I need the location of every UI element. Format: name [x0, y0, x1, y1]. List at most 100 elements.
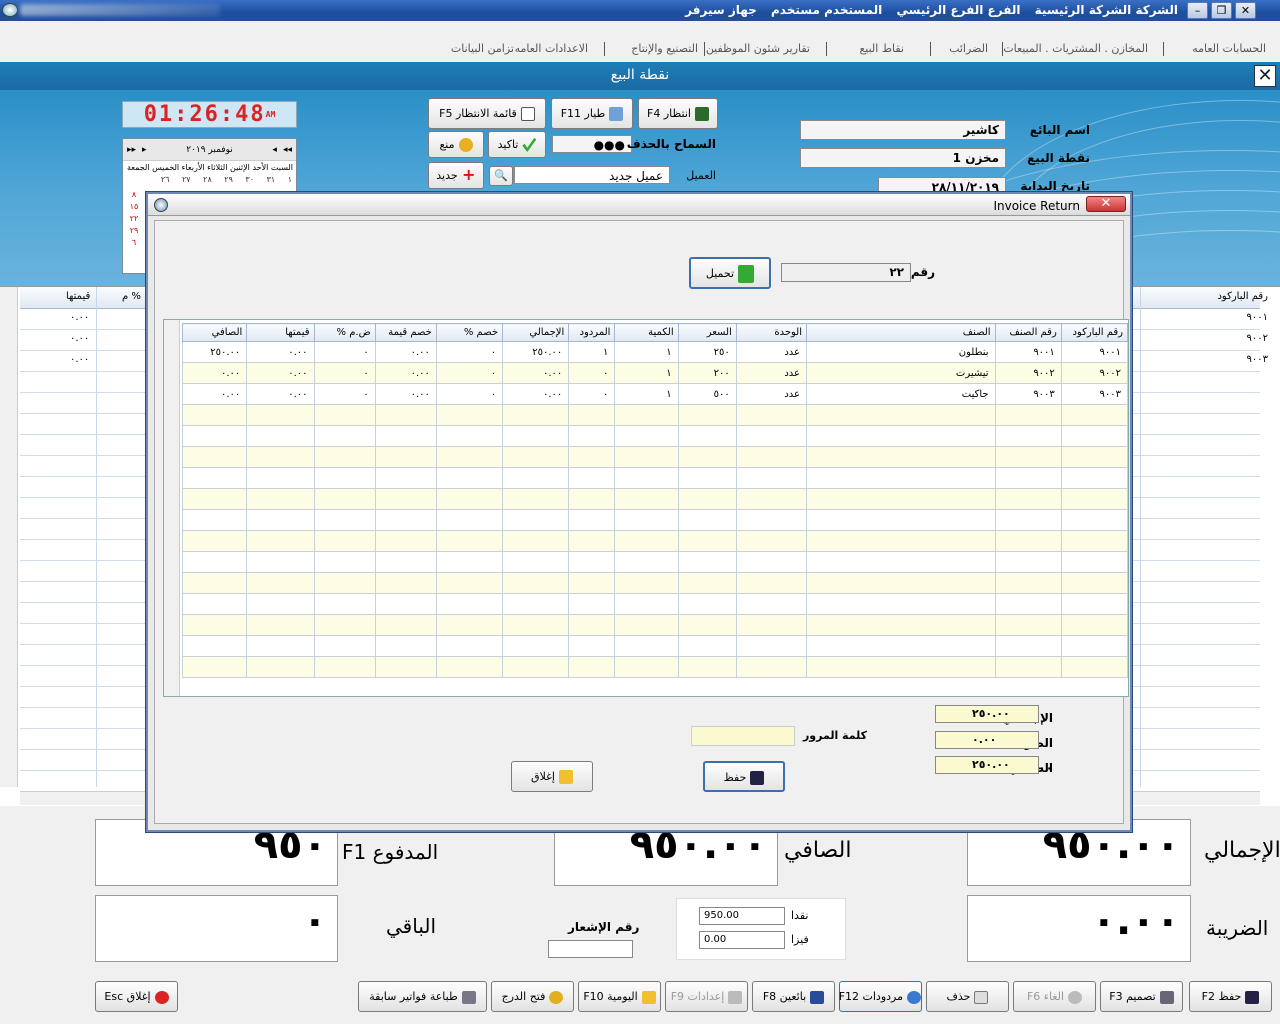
table-cell[interactable] — [677, 593, 737, 615]
table-cell[interactable] — [181, 593, 248, 615]
table-cell[interactable] — [313, 656, 376, 678]
calendar-day[interactable]: ٦ — [127, 237, 141, 249]
customer-field[interactable]: عميل جديد — [514, 166, 670, 184]
table-cell[interactable]: ٠.٠٠ — [502, 362, 570, 384]
table-cell[interactable] — [568, 614, 616, 636]
table-cell[interactable] — [374, 467, 437, 489]
form-close-icon[interactable]: ✕ — [1254, 65, 1276, 87]
close-button[interactable]: إغلاق Esc — [95, 981, 178, 1012]
table-cell[interactable] — [246, 635, 315, 657]
calendar-day[interactable]: ١٥ — [127, 201, 141, 213]
table-cell[interactable]: عدد — [735, 362, 808, 384]
column-header[interactable]: الصافي — [181, 323, 248, 342]
table-cell[interactable] — [246, 551, 315, 573]
table-row[interactable] — [181, 509, 1129, 531]
table-cell[interactable] — [435, 509, 504, 531]
table-cell[interactable] — [735, 404, 808, 426]
restore-icon[interactable]: ❐ — [1211, 2, 1232, 19]
seller-field[interactable]: كاشير — [800, 120, 1006, 140]
table-cell[interactable] — [181, 509, 248, 531]
table-cell[interactable] — [374, 593, 437, 615]
table-cell[interactable] — [994, 635, 1062, 657]
table-cell[interactable] — [1060, 614, 1129, 636]
sellers-button[interactable]: بائعين F8 — [752, 981, 835, 1012]
table-cell[interactable] — [677, 530, 737, 552]
table-cell[interactable] — [994, 572, 1062, 594]
table-cell[interactable] — [435, 635, 504, 657]
table-cell[interactable]: ٠.٠٠ — [246, 362, 315, 384]
table-cell[interactable] — [568, 425, 616, 447]
table-cell[interactable]: ١ — [614, 362, 679, 384]
table-cell[interactable] — [502, 488, 570, 510]
table-cell[interactable] — [568, 488, 616, 510]
table-cell[interactable] — [246, 488, 315, 510]
table-cell[interactable]: عدد — [735, 383, 808, 405]
column-header[interactable]: ض.م % — [313, 323, 376, 342]
table-cell[interactable] — [502, 614, 570, 636]
delete-button[interactable]: حذف — [926, 981, 1009, 1012]
table-cell[interactable]: ٠.٠٠ — [374, 362, 437, 384]
visa-input[interactable]: 0.00 — [699, 931, 785, 949]
table-cell[interactable] — [181, 488, 248, 510]
table-cell[interactable]: ٠ — [568, 383, 616, 405]
table-cell[interactable] — [374, 656, 437, 678]
table-cell[interactable] — [568, 404, 616, 426]
journal-button[interactable]: اليومية F10 — [578, 981, 661, 1012]
table-row[interactable] — [181, 572, 1129, 594]
table-cell[interactable] — [181, 572, 248, 594]
return-items-grid[interactable]: رقم الباركود رقم الصنف الصنف الوحدة السعر الك… — [163, 319, 1129, 697]
prevent-button[interactable]: منع — [428, 131, 484, 158]
table-cell[interactable] — [994, 614, 1062, 636]
table-cell[interactable]: ٠.٠٠ — [374, 383, 437, 405]
table-cell[interactable] — [568, 446, 616, 468]
table-row[interactable]: ٩٠٠٣ ٩٠٠٣ جاكيت عدد ٥٠٠ ١ ٠ ٠.٠٠ ٠ ٠.٠٠ ٠ ٠.٠٠ ٠.٠٠ — [181, 383, 1129, 405]
table-cell[interactable] — [374, 551, 437, 573]
table-cell[interactable] — [502, 509, 570, 531]
column-header[interactable]: الصنف — [806, 323, 996, 342]
table-cell[interactable]: ٩٠٠١ — [994, 341, 1062, 363]
table-cell[interactable] — [614, 467, 679, 489]
table-cell[interactable]: ٠ — [435, 341, 504, 363]
calendar-day[interactable]: ٢٢ — [127, 213, 141, 225]
table-cell[interactable]: ٠ — [313, 383, 376, 405]
table-cell[interactable] — [313, 572, 376, 594]
table-cell[interactable] — [677, 467, 737, 489]
table-cell[interactable] — [614, 656, 679, 678]
print-previous-button[interactable]: طباعة فواتير سابقة — [358, 981, 487, 1012]
table-cell[interactable] — [806, 551, 996, 573]
table-cell[interactable]: ٥٠٠ — [677, 383, 737, 405]
table-cell[interactable] — [614, 404, 679, 426]
table-cell[interactable] — [435, 656, 504, 678]
menu-settings[interactable]: الاعدادات العامه — [515, 42, 588, 55]
table-cell[interactable] — [435, 530, 504, 552]
table-cell[interactable]: عدد — [735, 341, 808, 363]
table-cell[interactable] — [1060, 530, 1129, 552]
table-cell[interactable] — [1060, 593, 1129, 615]
column-header[interactable]: الوحدة — [735, 323, 808, 342]
table-cell[interactable]: ٢٠٠ — [677, 362, 737, 384]
table-cell[interactable]: ١ — [568, 341, 616, 363]
table-cell[interactable]: ٠ — [435, 383, 504, 405]
vertical-scrollbar[interactable] — [0, 287, 18, 787]
table-cell[interactable]: ٠.٠٠ — [246, 341, 315, 363]
table-cell[interactable] — [677, 446, 737, 468]
table-row[interactable] — [181, 446, 1129, 468]
table-cell[interactable] — [181, 404, 248, 426]
table-cell[interactable]: ٠ — [435, 362, 504, 384]
table-cell[interactable] — [435, 572, 504, 594]
table-cell[interactable] — [1060, 488, 1129, 510]
table-row[interactable] — [181, 614, 1129, 636]
table-cell[interactable] — [246, 509, 315, 531]
table-cell[interactable] — [246, 593, 315, 615]
table-cell[interactable] — [181, 614, 248, 636]
calendar-week-row[interactable]: ١ ٣١ ٣٠ ٢٩ ٢٨ ٢٧ ٢٦ — [123, 174, 296, 185]
notice-input[interactable] — [548, 940, 633, 958]
table-cell[interactable] — [735, 572, 808, 594]
table-cell[interactable] — [806, 635, 996, 657]
table-row[interactable] — [181, 488, 1129, 510]
table-cell[interactable]: ٠.٠٠ — [246, 383, 315, 405]
calendar-prev-year-icon[interactable]: ◂◂ — [283, 139, 292, 161]
column-header[interactable]: المردود — [568, 323, 616, 342]
minimize-icon[interactable]: – — [1187, 2, 1208, 19]
menu-taxes[interactable]: الضرائب — [949, 42, 988, 55]
